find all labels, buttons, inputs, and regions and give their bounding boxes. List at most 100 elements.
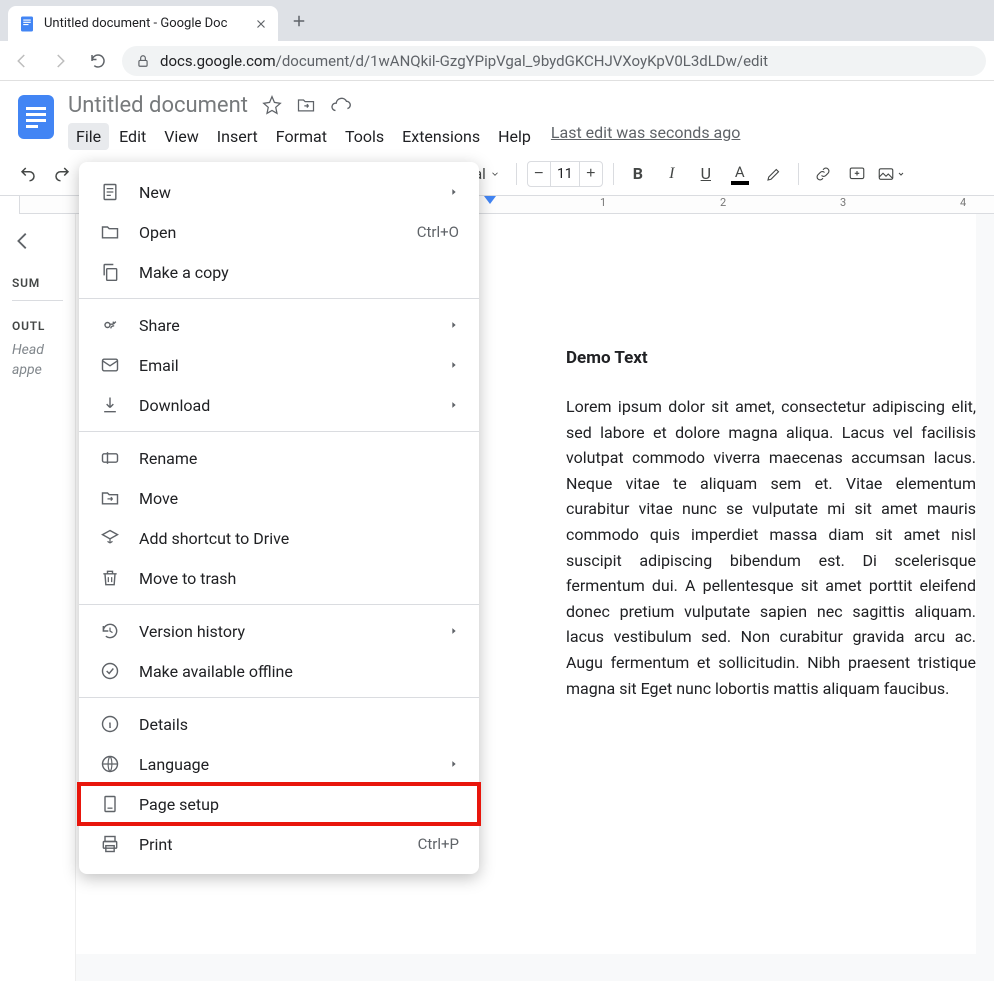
browser-tab-strip: Untitled document - Google Doc (0, 0, 994, 41)
page-icon (99, 793, 121, 815)
menu-item-label: Print (139, 835, 400, 854)
menu-tools[interactable]: Tools (337, 123, 392, 150)
menu-format[interactable]: Format (268, 123, 335, 150)
menu-item-label: Page setup (139, 795, 459, 814)
address-field[interactable]: docs.google.com/document/d/1wANQkil-GzgY… (122, 46, 986, 76)
close-tab-icon[interactable] (254, 17, 268, 31)
document-title[interactable]: Untitled document (68, 93, 248, 118)
undo-icon[interactable] (14, 160, 42, 188)
vertical-ruler (0, 196, 20, 214)
separator (798, 163, 799, 185)
menu-item-label: Make a copy (139, 263, 459, 282)
redo-icon[interactable] (48, 160, 76, 188)
menu-extensions[interactable]: Extensions (394, 123, 488, 150)
summary-label: SUM (12, 276, 63, 290)
menu-item-print[interactable]: Print Ctrl+P (79, 824, 479, 864)
menu-item-move-to-trash[interactable]: Move to trash (79, 558, 479, 598)
doc-icon (99, 181, 121, 203)
menu-edit[interactable]: Edit (111, 123, 154, 150)
separator (613, 163, 614, 185)
share-icon (99, 314, 121, 336)
menu-separator (79, 604, 479, 605)
comment-icon[interactable] (843, 160, 871, 188)
move-icon (99, 487, 121, 509)
back-button[interactable] (8, 47, 36, 75)
docs-header: Untitled document File Edit View Insert … (0, 81, 994, 150)
cloud-icon[interactable] (330, 94, 352, 116)
info-icon (99, 713, 121, 735)
file-menu-dropdown: NewOpenCtrl+O Make a copy Share Email Downlo… (79, 162, 479, 874)
menu-separator (79, 431, 479, 432)
last-edit-link[interactable]: Last edit was seconds ago (551, 123, 740, 150)
menu-insert[interactable]: Insert (209, 123, 266, 150)
chevron-right-icon (449, 759, 459, 769)
tab-title: Untitled document - Google Doc (44, 16, 246, 31)
menu-item-share[interactable]: Share (79, 305, 479, 345)
outline-panel: SUM OUTL Headappe (0, 214, 76, 981)
indent-marker[interactable] (484, 196, 496, 204)
decrease-font-button[interactable]: − (528, 162, 550, 186)
url-text: docs.google.com/document/d/1wANQkil-GzgY… (160, 52, 768, 70)
move-icon[interactable] (296, 95, 316, 115)
chevron-right-icon (449, 626, 459, 636)
chevron-right-icon (449, 187, 459, 197)
menubar: File Edit View Insert Format Tools Exten… (68, 123, 978, 150)
menu-item-new[interactable]: New (79, 172, 479, 212)
trash-icon (99, 567, 121, 589)
menu-item-email[interactable]: Email (79, 345, 479, 385)
chevron-right-icon (449, 400, 459, 410)
print-icon (99, 833, 121, 855)
collapse-outline-icon[interactable] (12, 230, 63, 252)
menu-help[interactable]: Help (490, 123, 539, 150)
docs-logo-icon[interactable] (16, 91, 56, 143)
menu-item-add-shortcut-to-drive[interactable]: Add shortcut to Drive (79, 518, 479, 558)
menu-item-open[interactable]: OpenCtrl+O (79, 212, 479, 252)
menu-item-move[interactable]: Move (79, 478, 479, 518)
menu-view[interactable]: View (156, 123, 207, 150)
rename-icon (99, 447, 121, 469)
page-heading[interactable]: Demo Text (566, 348, 648, 368)
menu-file[interactable]: File (68, 123, 109, 150)
menu-item-make-available-offline[interactable]: Make available offline (79, 651, 479, 691)
menu-shortcut: Ctrl+O (417, 223, 459, 241)
menu-item-label: Details (139, 715, 459, 734)
menu-item-label: Email (139, 356, 431, 375)
menu-item-download[interactable]: Download (79, 385, 479, 425)
font-size-stepper[interactable]: − 11 + (527, 161, 603, 187)
increase-font-button[interactable]: + (580, 162, 602, 186)
mail-icon (99, 354, 121, 376)
menu-item-label: Move to trash (139, 569, 459, 588)
page-body[interactable]: Lorem ipsum dolor sit amet, consectetur … (566, 394, 976, 701)
font-size-value[interactable]: 11 (550, 162, 580, 186)
menu-separator (79, 697, 479, 698)
underline-icon[interactable]: U (692, 160, 720, 188)
history-icon (99, 620, 121, 642)
separator (516, 163, 517, 185)
menu-item-label: Download (139, 396, 431, 415)
menu-item-make-a-copy[interactable]: Make a copy (79, 252, 479, 292)
menu-item-page-setup[interactable]: Page setup (79, 784, 479, 824)
menu-item-label: Rename (139, 449, 459, 468)
browser-tab[interactable]: Untitled document - Google Doc (8, 6, 278, 41)
menu-item-rename[interactable]: Rename (79, 438, 479, 478)
menu-item-language[interactable]: Language (79, 744, 479, 784)
globe-icon (99, 753, 121, 775)
highlight-icon[interactable] (760, 160, 788, 188)
menu-item-label: Version history (139, 622, 431, 641)
text-color-icon[interactable]: A (726, 160, 754, 188)
offline-icon (99, 660, 121, 682)
image-icon[interactable] (877, 160, 905, 188)
docs-favicon (18, 15, 36, 33)
bold-icon[interactable]: B (624, 160, 652, 188)
star-icon[interactable] (262, 95, 282, 115)
menu-shortcut: Ctrl+P (418, 835, 459, 853)
download-icon (99, 394, 121, 416)
reload-button[interactable] (84, 47, 112, 75)
forward-button[interactable] (46, 47, 74, 75)
menu-item-version-history[interactable]: Version history (79, 611, 479, 651)
italic-icon[interactable]: I (658, 160, 686, 188)
new-tab-button[interactable] (290, 12, 308, 30)
link-icon[interactable] (809, 160, 837, 188)
menu-item-details[interactable]: Details (79, 704, 479, 744)
menu-item-label: Add shortcut to Drive (139, 529, 459, 548)
